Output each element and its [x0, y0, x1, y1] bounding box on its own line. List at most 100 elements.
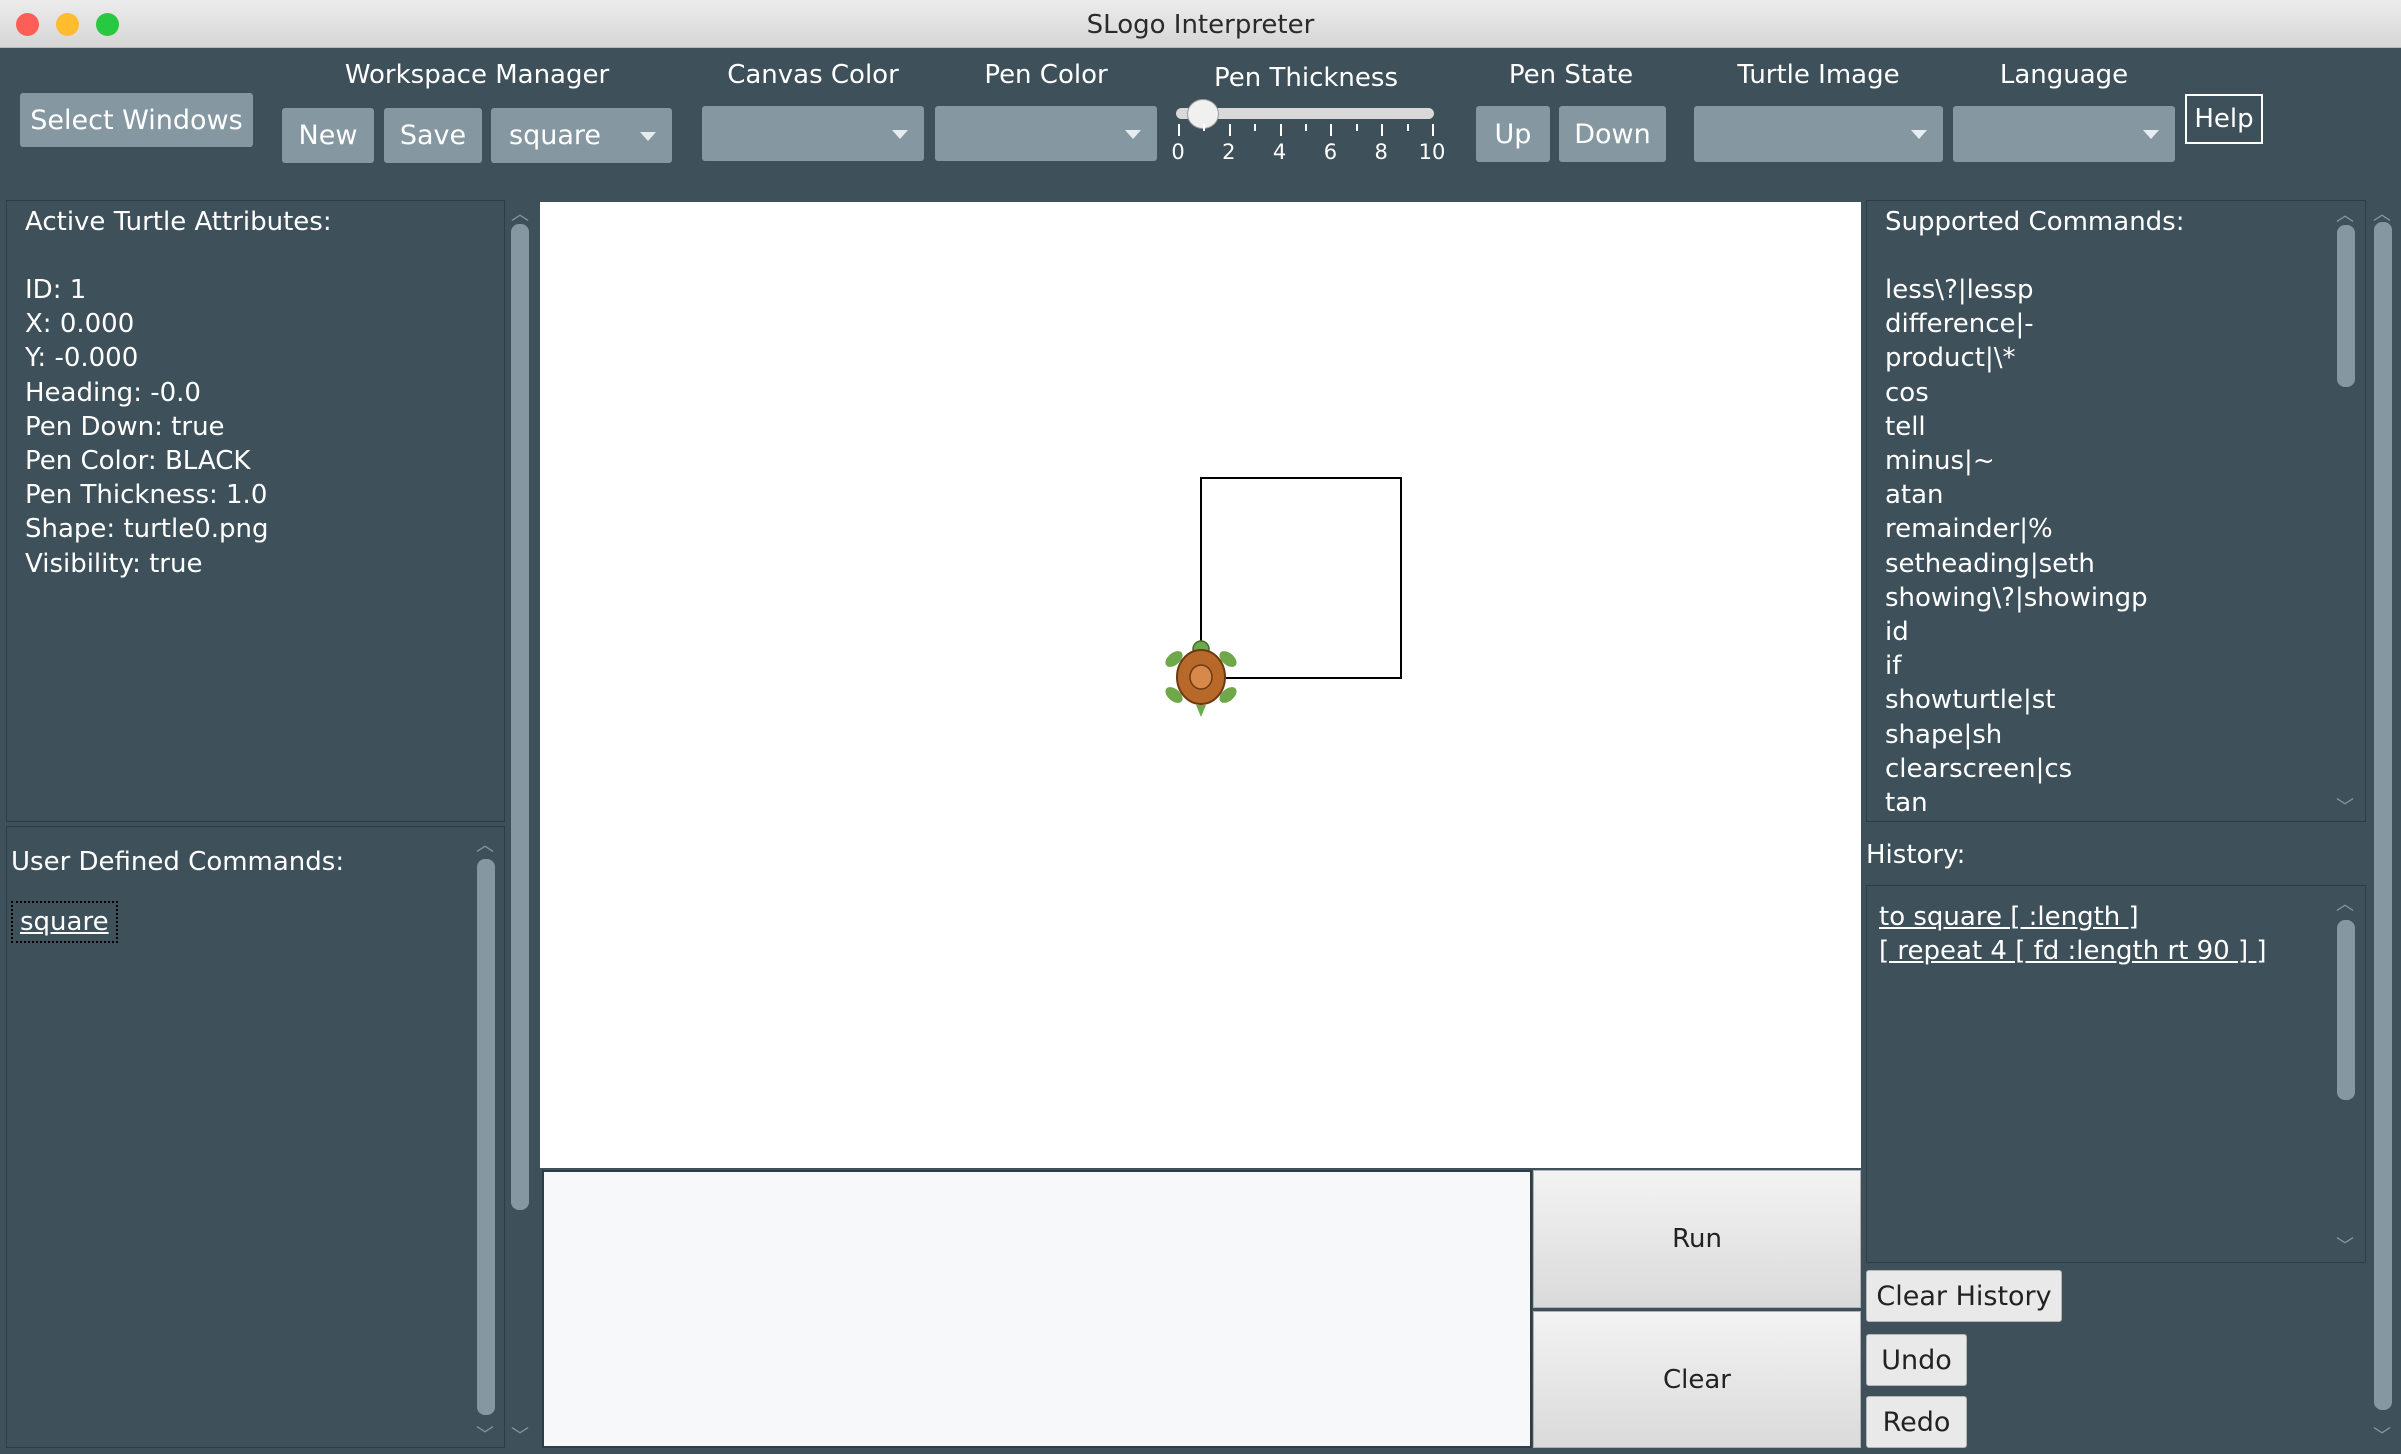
workspace-manager-label: Workspace Manager — [344, 60, 610, 90]
slider-tick — [1203, 124, 1206, 131]
pen-thickness-slider[interactable]: 0 2 4 6 8 10 — [1170, 98, 1445, 168]
turtle-image-label: Turtle Image — [1737, 60, 1900, 90]
turtle-attribute-line: Visibility: true — [25, 548, 203, 579]
turtle-attribute-line: Pen Down: true — [25, 411, 225, 442]
command-textarea[interactable] — [544, 1172, 1534, 1450]
supported-command-item: if — [1885, 651, 1902, 682]
supported-command-item: setheading|seth — [1885, 548, 2095, 579]
help-button[interactable]: Help — [2185, 94, 2263, 144]
supported-command-item: shape|sh — [1885, 719, 2003, 750]
slider-tick — [1355, 124, 1358, 131]
supported-commands-heading: Supported Commands: — [1885, 207, 2185, 237]
select-windows-button[interactable]: Select Windows — [20, 93, 253, 147]
slider-tick — [1228, 124, 1231, 136]
pen-color-select[interactable] — [935, 106, 1157, 161]
supported-command-item: tell — [1885, 411, 1926, 442]
slider-tick-label: 6 — [1323, 140, 1338, 164]
workspace-select[interactable]: square — [491, 108, 672, 163]
new-workspace-button[interactable]: New — [282, 108, 374, 163]
supported-command-item: atan — [1885, 480, 1944, 511]
turtle-attributes-heading: Active Turtle Attributes: — [25, 207, 332, 237]
turtle-image-select[interactable] — [1694, 106, 1943, 162]
command-input[interactable] — [542, 1170, 1534, 1450]
redo-button[interactable]: Redo — [1866, 1396, 1967, 1448]
chevron-down-icon — [1911, 130, 1927, 139]
turtle-canvas[interactable] — [540, 202, 1861, 1168]
supported-command-item: showturtle|st — [1885, 685, 2056, 716]
user-commands-scrollbar[interactable] — [477, 859, 495, 1415]
pen-color-label: Pen Color — [984, 60, 1108, 90]
supported-commands-scrollbar[interactable] — [2337, 225, 2355, 387]
turtle-attribute-line: ID: 1 — [25, 275, 87, 305]
chevron-down-icon — [892, 129, 908, 139]
user-commands-panel: User Defined Commands: square ︿ ﹀ — [6, 826, 505, 1448]
history-panel: to square [ :length ] [ repeat 4 [ fd :l… — [1866, 885, 2366, 1263]
history-heading: History: — [1866, 840, 1966, 870]
scroll-down-icon[interactable]: ﹀ — [2333, 793, 2357, 819]
slider-tick-label: 10 — [1418, 140, 1446, 164]
turtle-attribute-line: Shape: turtle0.png — [25, 514, 269, 545]
scroll-up-icon[interactable]: ︿ — [2333, 890, 2357, 916]
turtle-attribute-line: Y: -0.000 — [25, 343, 139, 374]
user-commands-heading: User Defined Commands: — [11, 847, 345, 877]
turtle-attribute-line: Heading: -0.0 — [25, 377, 201, 408]
clear-history-button[interactable]: Clear History — [1866, 1270, 2062, 1322]
slider-tick-label: 8 — [1374, 140, 1388, 164]
pen-down-button[interactable]: Down — [1559, 106, 1666, 162]
slider-tick — [1406, 124, 1409, 131]
slider-tick — [1381, 124, 1384, 136]
scroll-down-icon[interactable]: ﹀ — [2370, 1422, 2394, 1448]
supported-command-item: minus|~ — [1885, 446, 1995, 476]
supported-command-item: showing\?|showingp — [1885, 582, 2148, 613]
slider-tick — [1254, 124, 1257, 131]
turtle-attribute-line: Pen Color: BLACK — [25, 446, 251, 476]
turtle-attribute-line: X: 0.000 — [25, 309, 135, 340]
turtle-attributes-panel: Active Turtle Attributes: ID: 1 X: 0.000 Y… — [6, 200, 505, 822]
history-entry[interactable]: [ repeat 4 [ fd :length rt 90 ] ] — [1879, 936, 2267, 966]
scroll-down-icon[interactable]: ﹀ — [508, 1422, 532, 1448]
slider-tick — [1330, 124, 1333, 136]
slider-tick — [1279, 124, 1282, 136]
supported-command-item: product|\* — [1885, 343, 2016, 374]
supported-command-item: cos — [1885, 377, 1929, 408]
supported-command-item: difference|- — [1885, 309, 2034, 340]
scroll-down-icon[interactable]: ﹀ — [473, 1421, 497, 1447]
right-column-scrollbar[interactable]: ︿ ﹀ — [2368, 200, 2396, 1448]
supported-command-item: remainder|% — [1885, 514, 2053, 545]
language-select[interactable] — [1953, 106, 2175, 162]
history-entry[interactable]: to square [ :length ] — [1879, 902, 2139, 932]
supported-command-item: clearscreen|cs — [1885, 753, 2073, 784]
scroll-up-icon[interactable]: ︿ — [473, 831, 497, 857]
slider-tick-label: 4 — [1272, 140, 1287, 164]
chevron-down-icon — [640, 131, 656, 141]
canvas-color-label: Canvas Color — [727, 60, 899, 90]
supported-commands-panel: Supported Commands: less\?|lessp differen… — [1866, 200, 2366, 822]
right-column-scroll-thumb[interactable] — [2374, 222, 2392, 1410]
slider-tick — [1432, 124, 1434, 136]
clear-button[interactable]: Clear — [1533, 1311, 1861, 1448]
canvas-color-select[interactable] — [702, 106, 924, 161]
scroll-down-icon[interactable]: ﹀ — [2333, 1232, 2357, 1258]
slider-tick — [1178, 124, 1180, 136]
square-drawing — [1200, 477, 1402, 679]
left-column-scroll-thumb[interactable] — [511, 224, 529, 1210]
scroll-up-icon[interactable]: ︿ — [2333, 201, 2357, 227]
title-bar: SLogo Interpreter — [0, 0, 2401, 48]
undo-button[interactable]: Undo — [1866, 1334, 1967, 1386]
history-scrollbar[interactable] — [2337, 920, 2355, 1100]
window-title: SLogo Interpreter — [1086, 10, 1315, 40]
pen-up-button[interactable]: Up — [1476, 106, 1550, 162]
left-column-scrollbar[interactable]: ︿ ﹀ — [507, 200, 533, 1448]
supported-command-item: tan — [1885, 788, 1928, 818]
pen-state-label: Pen State — [1508, 60, 1634, 90]
user-command-item[interactable]: square — [11, 901, 118, 943]
scroll-up-icon[interactable]: ︿ — [508, 200, 532, 226]
run-button[interactable]: Run — [1533, 1170, 1861, 1308]
workspace-select-value: square — [509, 120, 601, 151]
pen-thickness-label: Pen Thickness — [1214, 63, 1398, 93]
slider-tick-label: 2 — [1222, 140, 1236, 164]
save-workspace-button[interactable]: Save — [384, 108, 482, 163]
language-label: Language — [1999, 60, 2129, 90]
turtle-attribute-line: Pen Thickness: 1.0 — [25, 480, 268, 511]
supported-command-item: less\?|lessp — [1885, 275, 2034, 305]
